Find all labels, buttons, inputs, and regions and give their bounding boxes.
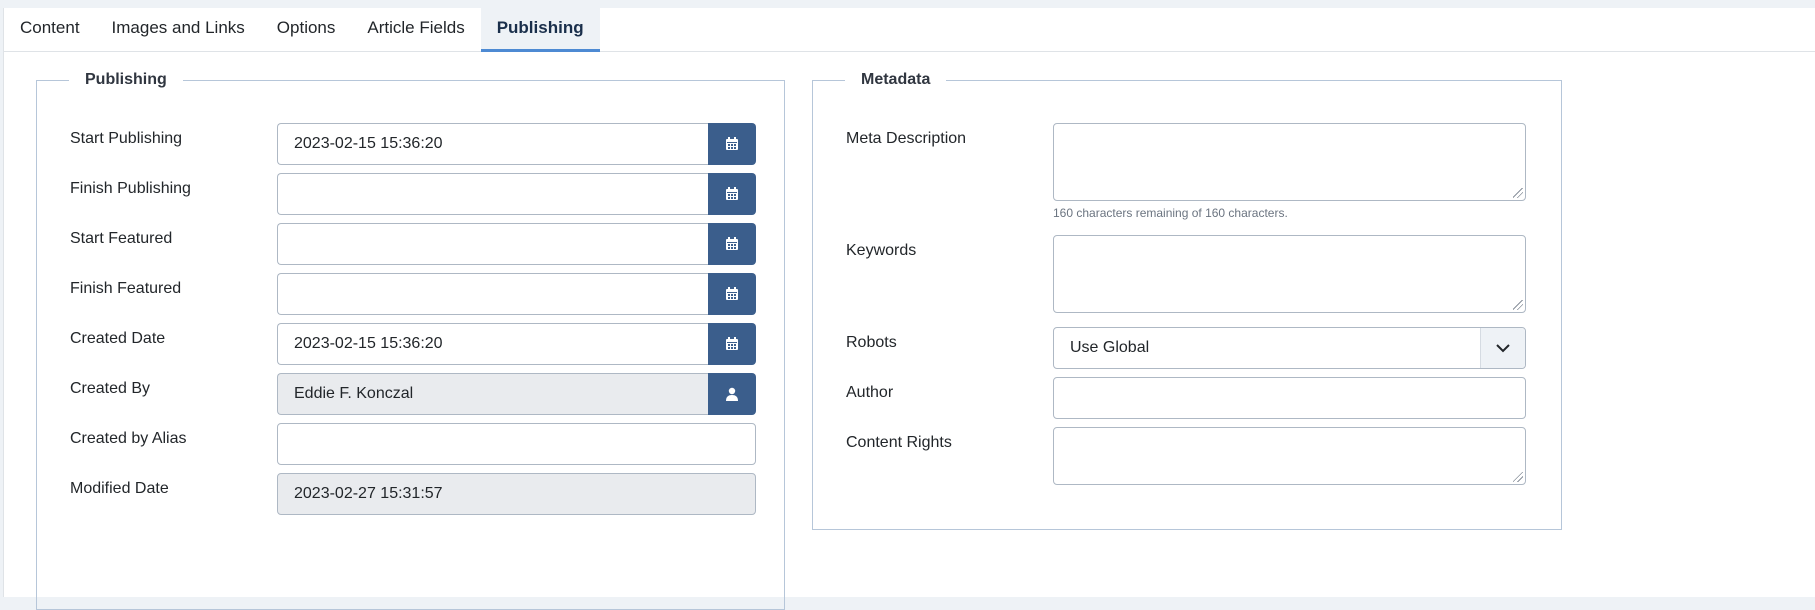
start-publishing-input[interactable]: 2023-02-15 15:36:20 [277, 123, 708, 165]
keywords-textarea[interactable] [1053, 235, 1526, 313]
start-publishing-label: Start Publishing [70, 130, 183, 147]
finish-featured-calendar-button[interactable] [708, 273, 756, 315]
metadata-legend: Metadata [845, 70, 947, 90]
article-edit-panel: Content Images and Links Options Article… [3, 8, 1815, 610]
created-by-alias-label: Created by Alias [70, 430, 187, 447]
select-user-button[interactable] [708, 373, 756, 415]
resize-grip-icon[interactable] [1513, 472, 1523, 482]
resize-grip-icon[interactable] [1513, 188, 1523, 198]
calendar-icon [726, 137, 738, 150]
content-rights-label: Content Rights [846, 434, 952, 451]
metadata-fieldset: Metadata Meta Description 160 characters… [812, 70, 1562, 530]
tab-options[interactable]: Options [261, 8, 352, 52]
keywords-label: Keywords [846, 242, 917, 259]
tab-content[interactable]: Content [4, 8, 96, 52]
created-by-alias-input[interactable] [277, 423, 756, 465]
start-featured-label: Start Featured [70, 230, 173, 247]
tab-publishing[interactable]: Publishing [480, 8, 600, 52]
calendar-icon [726, 187, 738, 200]
calendar-icon [726, 237, 738, 250]
tab-images-and-links[interactable]: Images and Links [96, 8, 261, 52]
calendar-icon [726, 287, 738, 300]
publishing-fieldset: Publishing Start Publishing 2023-02-15 1… [36, 70, 785, 610]
tab-article-fields[interactable]: Article Fields [351, 8, 480, 52]
robots-select[interactable]: Use Global [1053, 327, 1526, 369]
author-label: Author [846, 384, 894, 401]
user-icon [726, 387, 738, 401]
finish-featured-input[interactable] [277, 273, 708, 315]
top-strip [0, 0, 1815, 8]
created-date-input[interactable]: 2023-02-15 15:36:20 [277, 323, 708, 365]
finish-publishing-input[interactable] [277, 173, 708, 215]
content-rights-textarea[interactable] [1053, 427, 1526, 485]
modified-date-label: Modified Date [70, 480, 169, 497]
created-by-label: Created By [70, 380, 151, 397]
chevron-down-icon[interactable] [1480, 328, 1525, 368]
start-featured-input[interactable] [277, 223, 708, 265]
start-publishing-calendar-button[interactable] [708, 123, 756, 165]
created-by-input: Eddie F. Konczal [277, 373, 708, 415]
created-date-label: Created Date [70, 330, 166, 347]
meta-description-label: Meta Description [846, 130, 967, 147]
created-date-calendar-button[interactable] [708, 323, 756, 365]
start-featured-calendar-button[interactable] [708, 223, 756, 265]
modified-date-input: 2023-02-27 15:31:57 [277, 473, 756, 515]
meta-description-char-counter: 160 characters remaining of 160 characte… [1053, 206, 1288, 220]
robots-label: Robots [846, 334, 897, 351]
finish-publishing-calendar-button[interactable] [708, 173, 756, 215]
meta-description-textarea[interactable] [1053, 123, 1526, 201]
robots-selected-value: Use Global [1070, 339, 1150, 356]
author-input[interactable] [1053, 377, 1526, 419]
calendar-icon [726, 337, 738, 350]
tab-bar: Content Images and Links Options Article… [4, 8, 1815, 52]
finish-publishing-label: Finish Publishing [70, 180, 191, 197]
finish-featured-label: Finish Featured [70, 280, 182, 297]
resize-grip-icon[interactable] [1513, 300, 1523, 310]
publishing-legend: Publishing [69, 70, 183, 90]
